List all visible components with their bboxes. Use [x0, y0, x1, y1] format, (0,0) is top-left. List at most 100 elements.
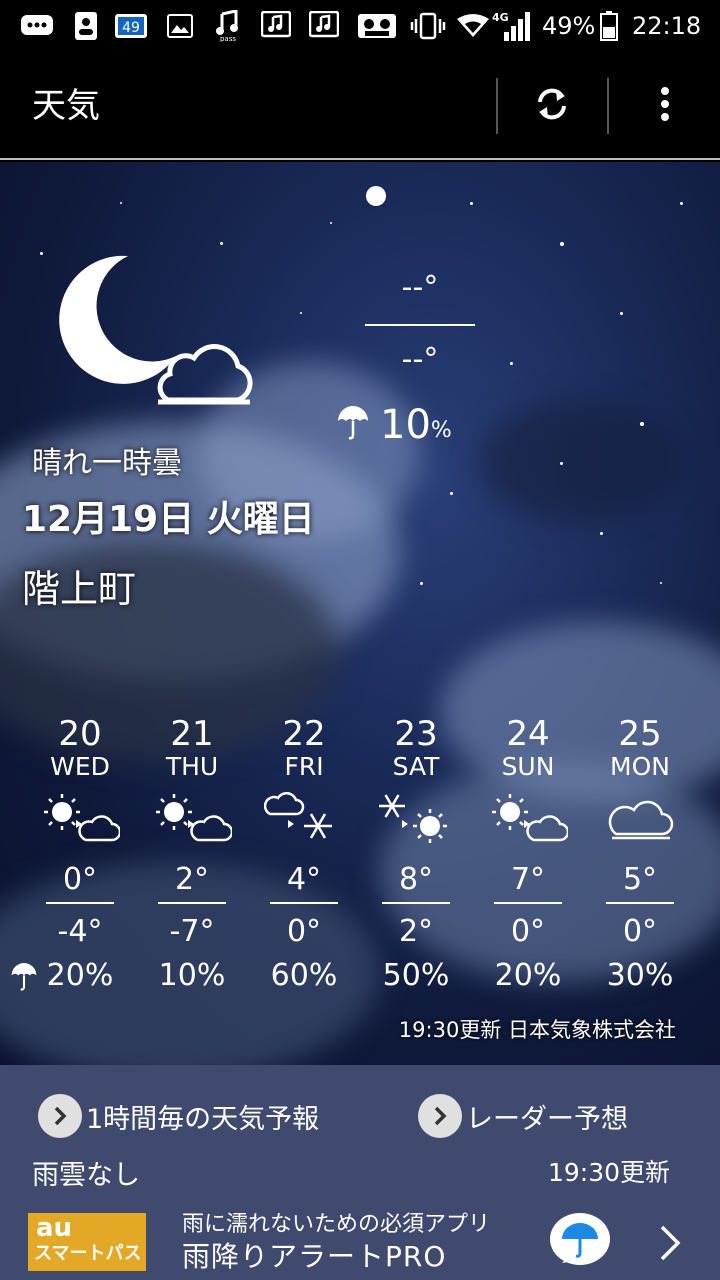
- page-indicator-dot: [366, 186, 386, 206]
- update-info: 19:30更新 日本気象株式会社: [398, 1018, 676, 1042]
- refresh-button[interactable]: [522, 80, 582, 132]
- sunny-then-cloudy-icon: [44, 794, 120, 842]
- forecast-divider: [606, 902, 674, 904]
- forecast-high: 5°: [622, 862, 658, 897]
- weekly-forecast: 20 WED 0° -4° 20% 21 THU 2° -7° 10% 22 F…: [11, 714, 696, 1014]
- weather-main-panel[interactable]: --° --° 10 % 晴れ一時曇 12月19日 火曜日 階上町 20 WED…: [0, 162, 720, 1065]
- star: [660, 582, 662, 584]
- star: [680, 202, 683, 205]
- forecast-high: 0°: [62, 862, 98, 897]
- forecast-date: 21: [170, 714, 214, 754]
- forecast-high: 8°: [398, 862, 434, 897]
- star: [120, 202, 122, 204]
- battery-icon: [598, 10, 620, 42]
- star: [330, 222, 332, 224]
- forecast-high: 4°: [286, 862, 322, 897]
- forecast-low: -7°: [169, 914, 215, 949]
- forecast-divider: [158, 902, 226, 904]
- star: [510, 362, 513, 365]
- logo-line-1: au: [36, 1213, 73, 1243]
- ad-banner[interactable]: au スマートパス 雨に濡れないための必須アプリ 雨降りアラートPRO: [0, 1205, 720, 1280]
- notification-count: 49: [122, 20, 140, 36]
- forecast-day[interactable]: 25 MON 5° 0° 30%: [584, 714, 696, 1014]
- forecast-weekday: MON: [610, 752, 670, 781]
- background-cloud: [480, 402, 680, 522]
- forecast-low: -4°: [57, 914, 103, 949]
- sunny-then-cloudy-icon: [156, 794, 232, 842]
- chevron-right-icon[interactable]: [650, 1221, 690, 1265]
- forecast-day[interactable]: 20 WED 0° -4° 20%: [11, 714, 136, 1014]
- chevron-right-icon: [418, 1094, 462, 1138]
- refresh-icon: [532, 84, 572, 128]
- current-low-temp: --°: [401, 342, 439, 377]
- cloudy-icon: [608, 800, 674, 840]
- hourly-forecast-link[interactable]: 1時間毎の天気予報: [38, 1093, 319, 1139]
- forecast-date: 23: [394, 714, 438, 754]
- star: [600, 532, 603, 535]
- more-vert-icon: [660, 86, 670, 126]
- logo-line-2: スマートパス: [34, 1243, 142, 1264]
- contact-card-icon: [72, 10, 100, 42]
- umbrella-bubble-icon: [550, 1213, 610, 1265]
- forecast-date: 22: [282, 714, 326, 754]
- clock: 22:18: [632, 12, 702, 40]
- star: [300, 312, 302, 314]
- forecast-day[interactable]: 22 FRI 4° 0° 60%: [248, 714, 360, 1014]
- forecast-divider: [46, 902, 114, 904]
- more-options-button[interactable]: [640, 80, 690, 132]
- star: [560, 462, 563, 465]
- status-bar: 49 pass 4G 49% 22:18: [0, 0, 720, 52]
- forecast-precip: 30%: [606, 958, 674, 993]
- temp-divider: [365, 324, 475, 326]
- umbrella-icon: [336, 405, 370, 445]
- vibrate-icon: [410, 10, 446, 42]
- svg-text:pass: pass: [220, 35, 236, 42]
- star: [560, 242, 564, 246]
- forecast-low: 0°: [622, 914, 658, 949]
- forecast-weekday: THU: [165, 752, 219, 781]
- music-pass-icon: pass: [212, 10, 244, 42]
- cloudy-then-snow-icon: [264, 791, 332, 839]
- wifi-icon: [456, 10, 490, 42]
- star: [470, 202, 473, 205]
- music-note-icon: [260, 10, 292, 42]
- forecast-date: 25: [618, 714, 662, 754]
- star: [420, 582, 423, 585]
- forecast-day[interactable]: 24 SUN 7° 0° 20%: [472, 714, 584, 1014]
- forecast-weekday: SAT: [392, 752, 440, 781]
- music-note-icon: [308, 10, 340, 42]
- forecast-day[interactable]: 21 THU 2° -7° 10%: [136, 714, 248, 1014]
- badge-49-icon: 49: [114, 10, 148, 42]
- current-condition: 晴れ一時曇: [32, 446, 182, 481]
- app-title: 天気: [32, 86, 100, 126]
- au-smartpass-logo: au スマートパス: [28, 1213, 146, 1271]
- toolbar-divider: [496, 78, 498, 134]
- location-name[interactable]: 階上町: [22, 558, 136, 613]
- forecast-precip: 50%: [382, 958, 450, 993]
- forecast-weekday: FRI: [284, 752, 324, 781]
- star: [640, 422, 644, 426]
- battery-percent: 49%: [542, 12, 596, 40]
- forecast-weekday: WED: [50, 752, 110, 781]
- forecast-precip: 20%: [494, 958, 562, 993]
- snow-then-sunny-icon: [379, 794, 447, 843]
- forecast-divider: [382, 902, 450, 904]
- forecast-weekday: SUN: [501, 752, 555, 781]
- forecast-low: 0°: [286, 914, 322, 949]
- forecast-day[interactable]: 23 SAT 8° 2° 50%: [360, 714, 472, 1014]
- image-icon: [166, 10, 194, 42]
- app-bar: 天気: [0, 52, 720, 160]
- forecast-date: 24: [506, 714, 550, 754]
- forecast-low: 2°: [398, 914, 434, 949]
- radar-forecast-link[interactable]: レーダー予想: [418, 1093, 628, 1139]
- current-precip-value: 10: [380, 402, 431, 448]
- rain-cloud-status: 雨雲なし: [32, 1160, 140, 1191]
- forecast-divider: [494, 902, 562, 904]
- forecast-divider: [270, 902, 338, 904]
- forecast-precip: 20%: [46, 958, 114, 993]
- hourly-forecast-label: 1時間毎の天気予報: [86, 1103, 320, 1135]
- forecast-date: 20: [58, 714, 102, 754]
- star: [620, 312, 623, 315]
- current-precip-unit: %: [430, 417, 452, 443]
- network-type: 4G: [492, 11, 509, 24]
